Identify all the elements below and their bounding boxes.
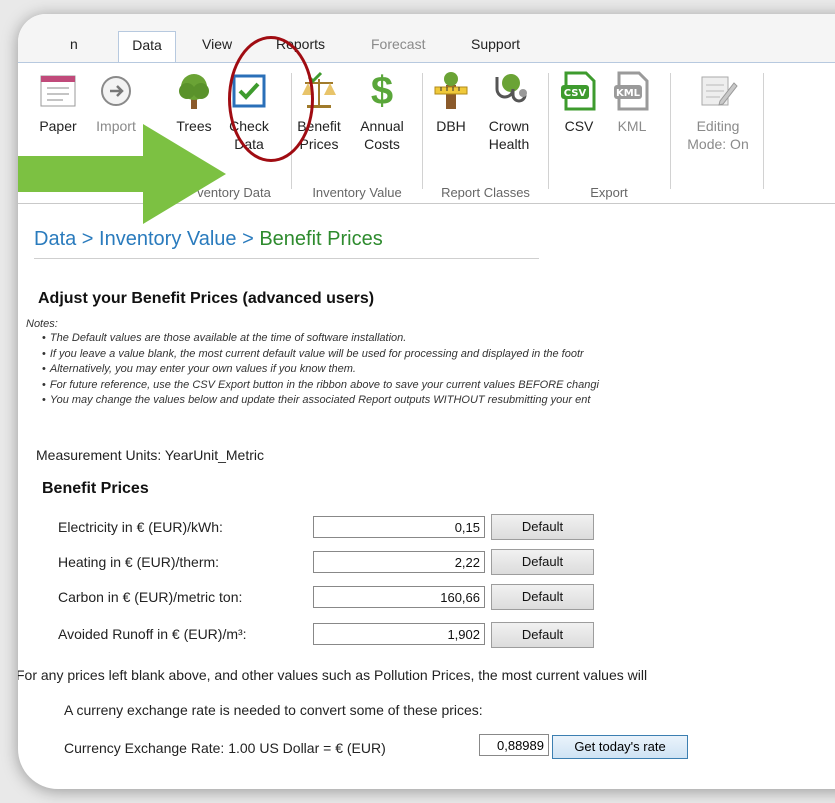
tree-measure-icon — [431, 71, 471, 111]
annual-costs-button[interactable]: $ Annual Costs — [356, 71, 408, 153]
dbh-button[interactable]: DBH — [425, 71, 477, 135]
crown-health-button[interactable]: Crown Health — [483, 71, 535, 153]
kml-file-icon: KML — [612, 71, 652, 111]
electricity-price-label: Electricity in € (EUR)/kWh: — [58, 519, 223, 535]
kml-export-button[interactable]: KML KML — [606, 71, 658, 135]
edit-pencil-icon — [698, 71, 738, 111]
editing-mode-label-line2: Mode: On — [687, 136, 749, 152]
breadcrumb: Data > Inventory Value > Benefit Prices — [34, 228, 383, 251]
group-label-export: Export — [590, 185, 628, 200]
exchange-note: A curreny exchange rate is needed to con… — [64, 702, 483, 718]
tree-icon — [174, 71, 214, 111]
annual-costs-label-line2: Costs — [364, 136, 400, 152]
annual-costs-label-line1: Annual — [360, 118, 404, 134]
get-todays-rate-button[interactable]: Get today's rate — [552, 735, 688, 759]
editing-mode-button[interactable]: Editing Mode: On — [683, 71, 753, 153]
carbon-price-label: Carbon in € (EUR)/metric ton: — [58, 589, 243, 605]
dbh-label: DBH — [436, 118, 466, 134]
tab-support[interactable]: Support — [471, 36, 520, 52]
breadcrumb-separator: > — [76, 228, 100, 250]
app-window: n Data View Reports Forecast Support Pap… — [18, 14, 835, 789]
ribbon-separator — [548, 73, 549, 189]
benefit-prices-heading: Benefit Prices — [42, 480, 149, 497]
ribbon-separator — [422, 73, 423, 189]
exchange-rate-input[interactable]: 0,88989 — [479, 734, 549, 756]
measurement-units: Measurement Units: YearUnit_Metric — [36, 447, 264, 463]
note-item: If you leave a value blank, the most cur… — [42, 347, 599, 363]
prices-footnote: For any prices left blank above, and oth… — [18, 667, 648, 683]
svg-text:KML: KML — [616, 88, 641, 99]
breadcrumb-divider — [34, 258, 539, 259]
csv-export-button[interactable]: CSV CSV — [553, 71, 605, 135]
note-item: You may change the values below and upda… — [42, 393, 599, 409]
highlight-circle — [228, 36, 314, 162]
csv-label: CSV — [564, 118, 594, 134]
paper-form-icon — [38, 71, 78, 111]
carbon-price-input[interactable]: 160,66 — [313, 586, 485, 608]
runoff-default-button[interactable]: Default — [491, 622, 594, 648]
runoff-price-label: Avoided Runoff in € (EUR)/m³: — [58, 626, 247, 642]
breadcrumb-inventory-value[interactable]: Inventory Value — [99, 228, 237, 250]
ribbon-separator — [670, 73, 671, 189]
editing-mode-label-line1: Editing — [696, 118, 740, 134]
note-item: Alternatively, you may enter your own va… — [42, 362, 599, 378]
tab-data[interactable]: Data — [118, 31, 176, 63]
breadcrumb-data[interactable]: Data — [34, 228, 76, 250]
carbon-default-button[interactable]: Default — [491, 584, 594, 610]
exchange-rate-label: Currency Exchange Rate: 1.00 US Dollar =… — [64, 740, 386, 756]
electricity-default-button[interactable]: Default — [491, 514, 594, 540]
stethoscope-icon — [489, 71, 529, 111]
crown-health-label-line1: Crown — [488, 118, 530, 134]
svg-text:CSV: CSV — [564, 88, 587, 99]
breadcrumb-separator: > — [236, 228, 260, 250]
note-item: The Default values are those available a… — [42, 331, 599, 347]
page-title: Adjust your Benefit Prices (advanced use… — [38, 290, 375, 307]
heating-default-button[interactable]: Default — [491, 549, 594, 575]
notes-label: Notes: — [26, 318, 58, 330]
note-item: For future reference, use the CSV Export… — [42, 378, 599, 394]
arrow-right-circle-icon — [96, 71, 136, 111]
notes-block: Notes: The Default values are those avai… — [26, 318, 599, 409]
highlight-arrow — [18, 124, 226, 224]
tab-view[interactable]: View — [202, 36, 232, 52]
group-label-report-classes: Report Classes — [441, 185, 530, 200]
tab-partial[interactable]: n — [70, 36, 78, 52]
csv-file-icon: CSV — [559, 71, 599, 111]
group-label-inventory-value: Inventory Value — [312, 185, 402, 200]
tab-forecast: Forecast — [371, 36, 426, 52]
heating-price-label: Heating in € (EUR)/therm: — [58, 554, 220, 570]
crown-health-label-line2: Health — [488, 136, 530, 152]
breadcrumb-current: Benefit Prices — [259, 228, 383, 250]
ribbon-separator — [763, 73, 764, 189]
dollar-icon: $ — [370, 69, 394, 113]
electricity-price-input[interactable]: 0,15 — [313, 516, 485, 538]
ribbon-tab-bar: n Data View Reports Forecast Support — [18, 14, 835, 63]
kml-label: KML — [617, 118, 647, 134]
runoff-price-input[interactable]: 1,902 — [313, 623, 485, 645]
heating-price-input[interactable]: 2,22 — [313, 551, 485, 573]
